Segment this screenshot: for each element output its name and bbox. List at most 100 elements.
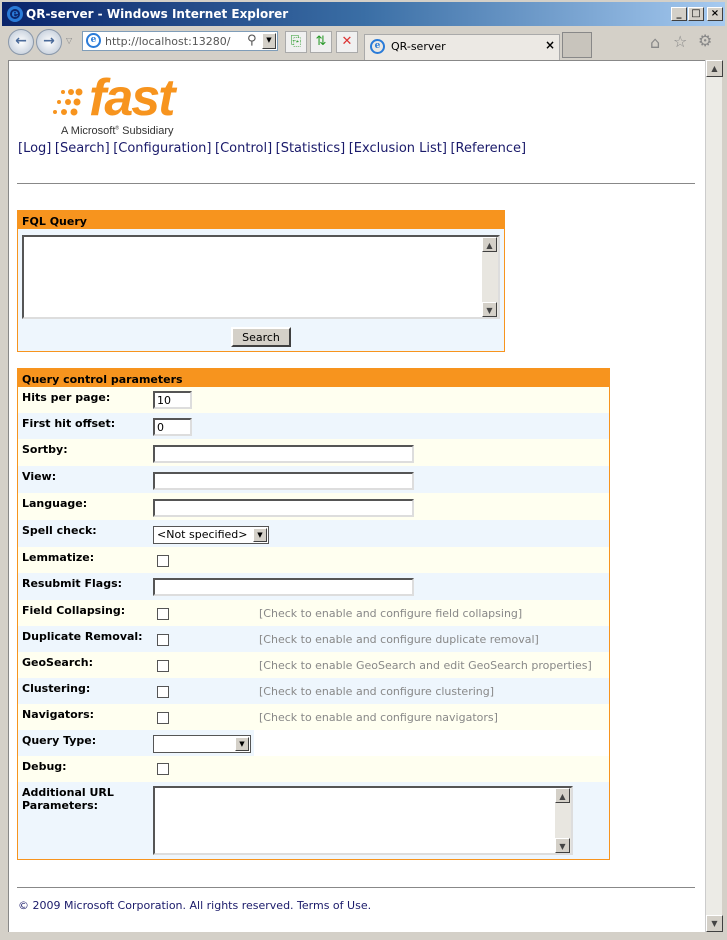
nav-exclusion-list[interactable]: [Exclusion List] [349, 141, 447, 156]
chevron-down-icon[interactable]: ▼ [253, 528, 267, 542]
address-dropdown-button[interactable]: ▼ [262, 33, 276, 49]
scroll-down-icon[interactable]: ▼ [706, 915, 723, 932]
nav-reference[interactable]: [Reference] [450, 141, 526, 156]
first-hit-offset-input[interactable] [153, 418, 192, 436]
hint: [Check to enable and configure field col… [259, 607, 523, 620]
favorites-star-icon[interactable]: ☆ [673, 32, 687, 51]
additional-url-textarea[interactable]: ▲ ▼ [153, 786, 573, 855]
logo-subtitle: A Microsoft® Subsidiary [61, 125, 174, 137]
label: Clustering: [22, 682, 91, 695]
row-hits-per-page: Hits per page: [18, 387, 609, 413]
label: Field Collapsing: [22, 604, 126, 617]
label: First hit offset: [22, 417, 116, 430]
duplicate-removal-checkbox[interactable] [157, 634, 169, 646]
nav-configuration[interactable]: [Configuration] [113, 141, 211, 156]
hint: [Check to enable GeoSearch and edit GeoS… [259, 659, 592, 672]
fql-query-textarea[interactable]: ▲ ▼ [22, 235, 500, 319]
address-bar[interactable]: e http://localhost:13280/ ⚲ ▼ [82, 31, 278, 51]
nav-log[interactable]: [Log] [18, 141, 51, 156]
page-icon: e [86, 33, 101, 48]
label: Lemmatize: [22, 551, 95, 564]
row-navigators: Navigators: [Check to enable and configur… [18, 704, 609, 730]
nav-control[interactable]: [Control] [215, 141, 272, 156]
nav-links: [Log] [Search] [Configuration] [Control]… [18, 141, 526, 156]
row-geosearch: GeoSearch: [Check to enable GeoSearch and… [18, 652, 609, 678]
hint: [Check to enable and configure navigator… [259, 711, 498, 724]
forward-button[interactable]: → [36, 29, 62, 55]
row-first-hit-offset: First hit offset: [18, 413, 609, 439]
close-tab-icon[interactable]: × [545, 38, 555, 52]
row-spell-check: Spell check: <Not specified> ▼ [18, 520, 609, 547]
new-tab-button[interactable] [562, 32, 592, 58]
view-input[interactable] [153, 472, 414, 490]
spell-check-select[interactable]: <Not specified> ▼ [153, 526, 269, 544]
sortby-input[interactable] [153, 445, 414, 463]
params-title: Query control parameters [18, 369, 609, 387]
row-duplicate-removal: Duplicate Removal: [Check to enable and c… [18, 626, 609, 652]
navigators-checkbox[interactable] [157, 712, 169, 724]
scroll-up-icon[interactable]: ▲ [706, 60, 723, 77]
chevron-down-icon[interactable]: ▼ [235, 737, 249, 751]
query-params-panel: Query control parameters Hits per page: … [17, 368, 610, 860]
stop-icon[interactable]: ✕ [336, 31, 358, 53]
row-resubmit-flags: Resubmit Flags: [18, 573, 609, 600]
window-title: QR-server - Windows Internet Explorer [26, 7, 289, 21]
minimize-button[interactable]: _ [671, 7, 687, 21]
spell-check-value: <Not specified> [157, 528, 248, 541]
close-button[interactable]: × [707, 7, 723, 21]
search-icon[interactable]: ⚲ [247, 33, 257, 48]
hint: [Check to enable and configure clusterin… [259, 685, 495, 698]
row-query-type: Query Type: ▼ [18, 730, 254, 756]
label: Debug: [22, 760, 67, 773]
hits-per-page-input[interactable] [153, 391, 192, 409]
label: Spell check: [22, 524, 97, 537]
address-text: http://localhost:13280/ [105, 35, 231, 48]
tab-qr-server[interactable]: e QR-server × [364, 34, 560, 60]
logo-wordmark: fast [89, 69, 175, 127]
fast-logo: fast A Microsoft® Subsidiary [49, 69, 199, 141]
search-button[interactable]: Search [231, 327, 291, 347]
tab-title: QR-server [391, 40, 446, 53]
resubmit-flags-input[interactable] [153, 578, 414, 596]
row-language: Language: [18, 493, 609, 520]
nav-statistics[interactable]: [Statistics] [276, 141, 346, 156]
language-input[interactable] [153, 499, 414, 517]
row-lemmatize: Lemmatize: [18, 547, 609, 573]
fql-query-panel: FQL Query ▲ ▼ Search [17, 210, 505, 352]
lemmatize-checkbox[interactable] [157, 555, 169, 567]
title-bar: e QR-server - Windows Internet Explorer … [0, 0, 727, 26]
home-icon[interactable]: ⌂ [650, 33, 660, 52]
refresh-icon[interactable]: ⇅ [310, 31, 332, 53]
page-content: fast A Microsoft® Subsidiary [Log] [Sear… [8, 60, 705, 932]
settings-gear-icon[interactable]: ⚙ [698, 31, 712, 50]
back-button[interactable]: ← [8, 29, 34, 55]
additional-url-scrollbar[interactable]: ▲ ▼ [555, 788, 571, 853]
row-clustering: Clustering: [Check to enable and configur… [18, 678, 609, 704]
geosearch-checkbox[interactable] [157, 660, 169, 672]
history-dropdown-icon[interactable]: ▽ [66, 36, 72, 45]
field-collapsing-checkbox[interactable] [157, 608, 169, 620]
page-scrollbar[interactable]: ▲ ▼ [705, 60, 723, 932]
label: Query Type: [22, 734, 97, 747]
label: Language: [22, 497, 88, 510]
maximize-button[interactable]: □ [688, 7, 704, 21]
row-field-collapsing: Field Collapsing: [Check to enable and co… [18, 600, 609, 626]
tab-page-icon: e [370, 39, 385, 54]
label: Additional URL Parameters: [22, 786, 114, 812]
clustering-checkbox[interactable] [157, 686, 169, 698]
row-additional-url-parameters: Additional URL Parameters: ▲ ▼ [18, 782, 609, 859]
hint: [Check to enable and configure duplicate… [259, 633, 539, 646]
ie-logo-icon: e [7, 6, 23, 22]
compatibility-view-icon[interactable]: ⎘ [285, 31, 307, 53]
row-sortby: Sortby: [18, 439, 609, 466]
debug-checkbox[interactable] [157, 763, 169, 775]
label: Hits per page: [22, 391, 111, 404]
footer-divider [17, 887, 695, 888]
query-type-select[interactable]: ▼ [153, 735, 251, 753]
row-view: View: [18, 466, 609, 493]
nav-search[interactable]: [Search] [55, 141, 110, 156]
label: View: [22, 470, 57, 483]
fql-scrollbar[interactable]: ▲ ▼ [482, 237, 498, 317]
label: Resubmit Flags: [22, 577, 123, 590]
fql-title: FQL Query [18, 211, 504, 229]
